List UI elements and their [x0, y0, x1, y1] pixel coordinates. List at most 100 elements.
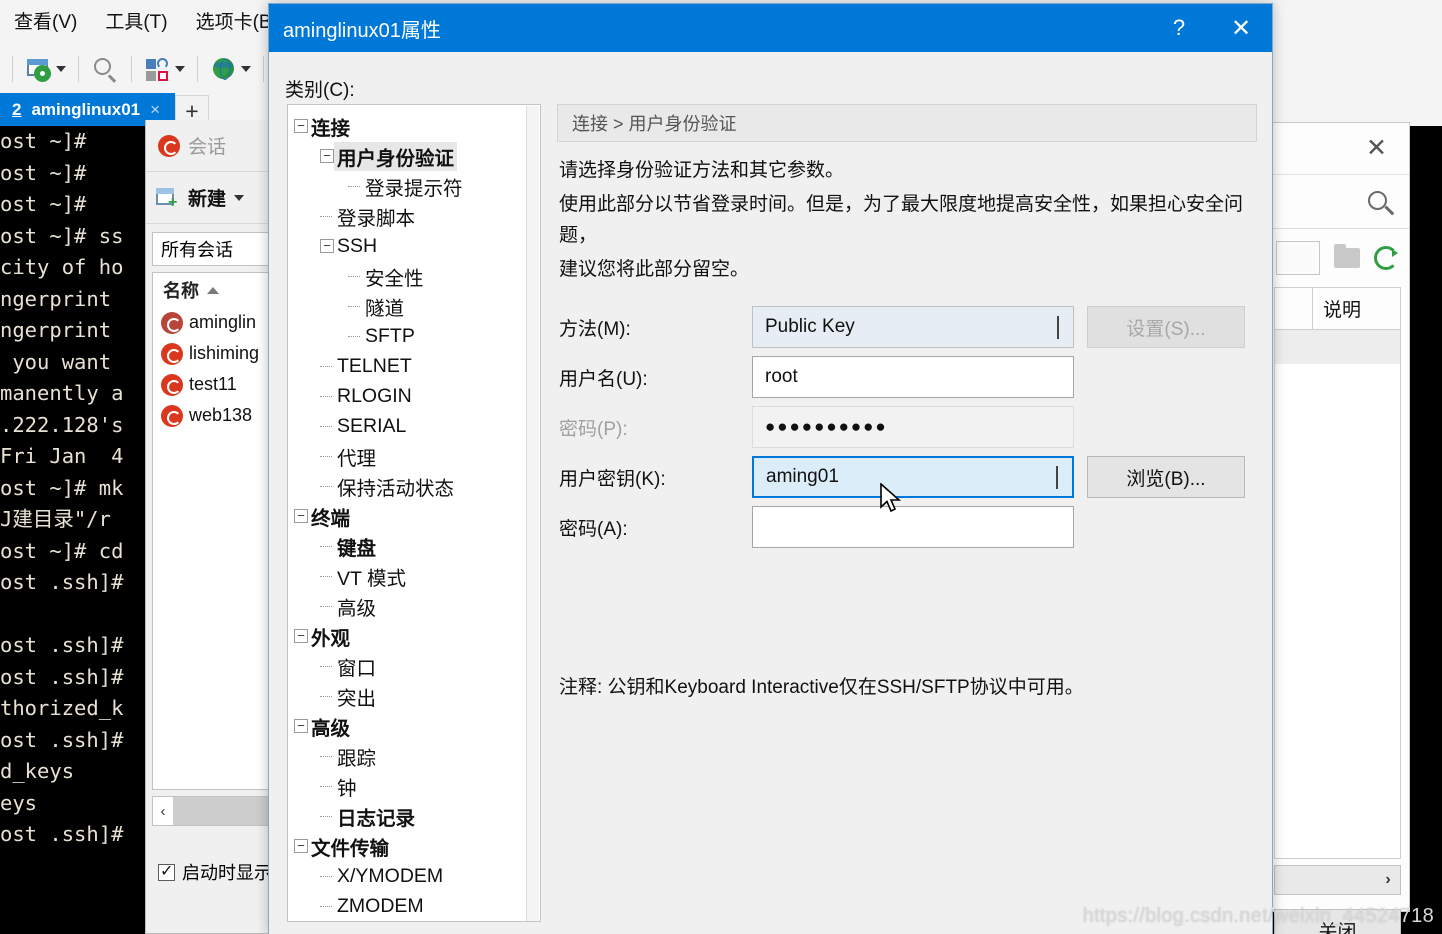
tree-item-label: 钟 [337, 777, 357, 800]
new-session-menu-button[interactable]: + 新建 [146, 172, 278, 224]
help-button[interactable]: ? [1148, 4, 1210, 52]
collapse-icon[interactable]: − [294, 509, 308, 523]
tree-item-2[interactable]: 登录提示符 [288, 171, 540, 201]
menu-item-view[interactable]: 查看(V) [0, 0, 91, 45]
tree-item-10[interactable]: SERIAL [288, 411, 540, 441]
tree-connector [320, 395, 332, 397]
scroll-right-icon[interactable]: › [1376, 871, 1400, 889]
userkey-value: aming01 [766, 466, 839, 487]
session-name: test11 [189, 374, 237, 394]
path-field[interactable] [1276, 241, 1320, 275]
right-window-list-header[interactable]: 说明 [1274, 287, 1401, 329]
chevron-down-icon[interactable] [175, 66, 185, 72]
tree-item-19[interactable]: 突出 [288, 681, 540, 711]
scrollbar-thumb[interactable] [173, 797, 271, 825]
tree-item-22[interactable]: 钟 [288, 771, 540, 801]
tree-item-6[interactable]: 隧道 [288, 291, 540, 321]
collapse-icon[interactable]: − [294, 629, 308, 643]
chevron-down-icon[interactable] [1057, 316, 1059, 339]
tree-item-25[interactable]: X/YMODEM [288, 861, 540, 891]
collapse-icon[interactable]: − [294, 119, 308, 133]
list-item[interactable]: lishiming [153, 338, 271, 369]
tree-connector [320, 755, 332, 757]
tree-item-label: 保持活动状态 [337, 477, 455, 500]
right-window-horizontal-scrollbar[interactable]: › [1274, 865, 1401, 895]
tree-item-8[interactable]: TELNET [288, 351, 540, 381]
tree-item-20[interactable]: − 高级 [288, 711, 540, 741]
globe-button[interactable] [206, 53, 255, 85]
right-window-search-field[interactable] [1266, 185, 1409, 229]
tree-item-12[interactable]: 保持活动状态 [288, 471, 540, 501]
username-input[interactable]: root [752, 356, 1074, 398]
right-window-list-body[interactable] [1274, 329, 1401, 859]
tree-item-18[interactable]: 窗口 [288, 651, 540, 681]
category-tree[interactable]: − 连接 − 用户身份验证 登录提示符登录脚本 − SSH 安全性 隧道 SFTP TELNET RL… [287, 104, 541, 922]
field-row-username: 用户名(U): root [559, 352, 1259, 402]
session-list-column-header[interactable]: 名称 [153, 273, 271, 307]
session-icon [158, 134, 180, 157]
tree-item-13[interactable]: − 终端 [288, 501, 540, 531]
tree-item-4[interactable]: − SSH [288, 231, 540, 261]
show-on-startup-checkbox[interactable] [158, 861, 175, 881]
close-button[interactable]: ✕ [1210, 4, 1272, 52]
tree-item-7[interactable]: SFTP [288, 321, 540, 351]
collapse-icon[interactable]: − [294, 839, 308, 853]
collapse-icon[interactable]: − [294, 719, 308, 733]
tree-item-11[interactable]: 代理 [288, 441, 540, 471]
tree-item-5[interactable]: 安全性 [288, 261, 540, 291]
list-item[interactable]: web138 [153, 400, 271, 431]
sort-ascending-icon[interactable] [207, 286, 219, 294]
close-icon[interactable]: ✕ [1366, 135, 1387, 161]
session-list-horizontal-scrollbar[interactable]: ‹ [152, 796, 272, 826]
scroll-left-icon[interactable]: ‹ [153, 803, 173, 820]
close-icon[interactable]: × [150, 100, 160, 120]
collapse-icon[interactable]: − [320, 239, 334, 253]
method-settings-button[interactable]: 设置(S)... [1087, 306, 1245, 348]
tree-item-label: 突出 [337, 687, 377, 710]
tree-item-24[interactable]: − 文件传输 [288, 831, 540, 861]
tree-item-15[interactable]: VT 模式 [288, 561, 540, 591]
menu-item-tools[interactable]: 工具(T) [91, 0, 181, 45]
tree-item-23[interactable]: 日志记录 [288, 801, 540, 831]
connect-button[interactable] [140, 53, 189, 85]
tree-item-1[interactable]: − 用户身份验证 [288, 141, 540, 171]
tree-item-label: 文件传输 [311, 837, 390, 860]
list-item[interactable]: test11 [153, 369, 271, 400]
session-list[interactable]: 名称 aminglin lishiming test11 web138 [152, 272, 272, 790]
passphrase-input[interactable] [752, 506, 1074, 548]
chevron-down-icon[interactable] [1056, 466, 1058, 489]
tree-item-17[interactable]: − 外观 [288, 621, 540, 651]
tree-item-label: 安全性 [365, 267, 424, 290]
tree-item-3[interactable]: 登录脚本 [288, 201, 540, 231]
password-input[interactable]: ●●●●●●●●●● [752, 406, 1074, 448]
find-button[interactable] [87, 53, 123, 85]
tree-item-label: 登录脚本 [337, 207, 416, 230]
userkey-browse-button[interactable]: 浏览(B)... [1087, 456, 1245, 498]
table-row[interactable] [1275, 330, 1400, 364]
new-session-button[interactable] [21, 53, 70, 85]
dialog-titlebar[interactable]: aminglinux01属性 ? ✕ [269, 4, 1272, 52]
tree-connector [320, 425, 332, 427]
collapse-icon[interactable]: − [320, 149, 334, 163]
tree-item-26[interactable]: ZMODEM [288, 891, 540, 921]
session-filter-dropdown[interactable]: 所有会话 [152, 232, 272, 266]
method-dropdown[interactable]: Public Key [752, 306, 1074, 348]
new-document-icon: + [156, 186, 180, 210]
chevron-down-icon[interactable] [234, 194, 245, 201]
tree-item-16[interactable]: 高级 [288, 591, 540, 621]
tree-scrollbar[interactable] [526, 106, 539, 921]
refresh-icon[interactable] [1374, 246, 1398, 270]
list-item[interactable]: aminglin [153, 307, 271, 338]
tree-item-21[interactable]: 跟踪 [288, 741, 540, 771]
chevron-down-icon[interactable] [56, 66, 66, 72]
tree-item-0[interactable]: − 连接 [288, 111, 540, 141]
userkey-dropdown[interactable]: aming01 [752, 456, 1074, 498]
column-blank [1275, 288, 1313, 329]
tree-item-14[interactable]: 键盘 [288, 531, 540, 561]
session-name: aminglin [189, 312, 257, 332]
folder-icon[interactable] [1334, 244, 1360, 268]
show-on-startup-row[interactable]: 启动时显示 [146, 859, 278, 885]
chevron-down-icon[interactable] [241, 66, 251, 72]
tree-item-9[interactable]: RLOGIN [288, 381, 540, 411]
tab-index: 2 [12, 99, 22, 119]
